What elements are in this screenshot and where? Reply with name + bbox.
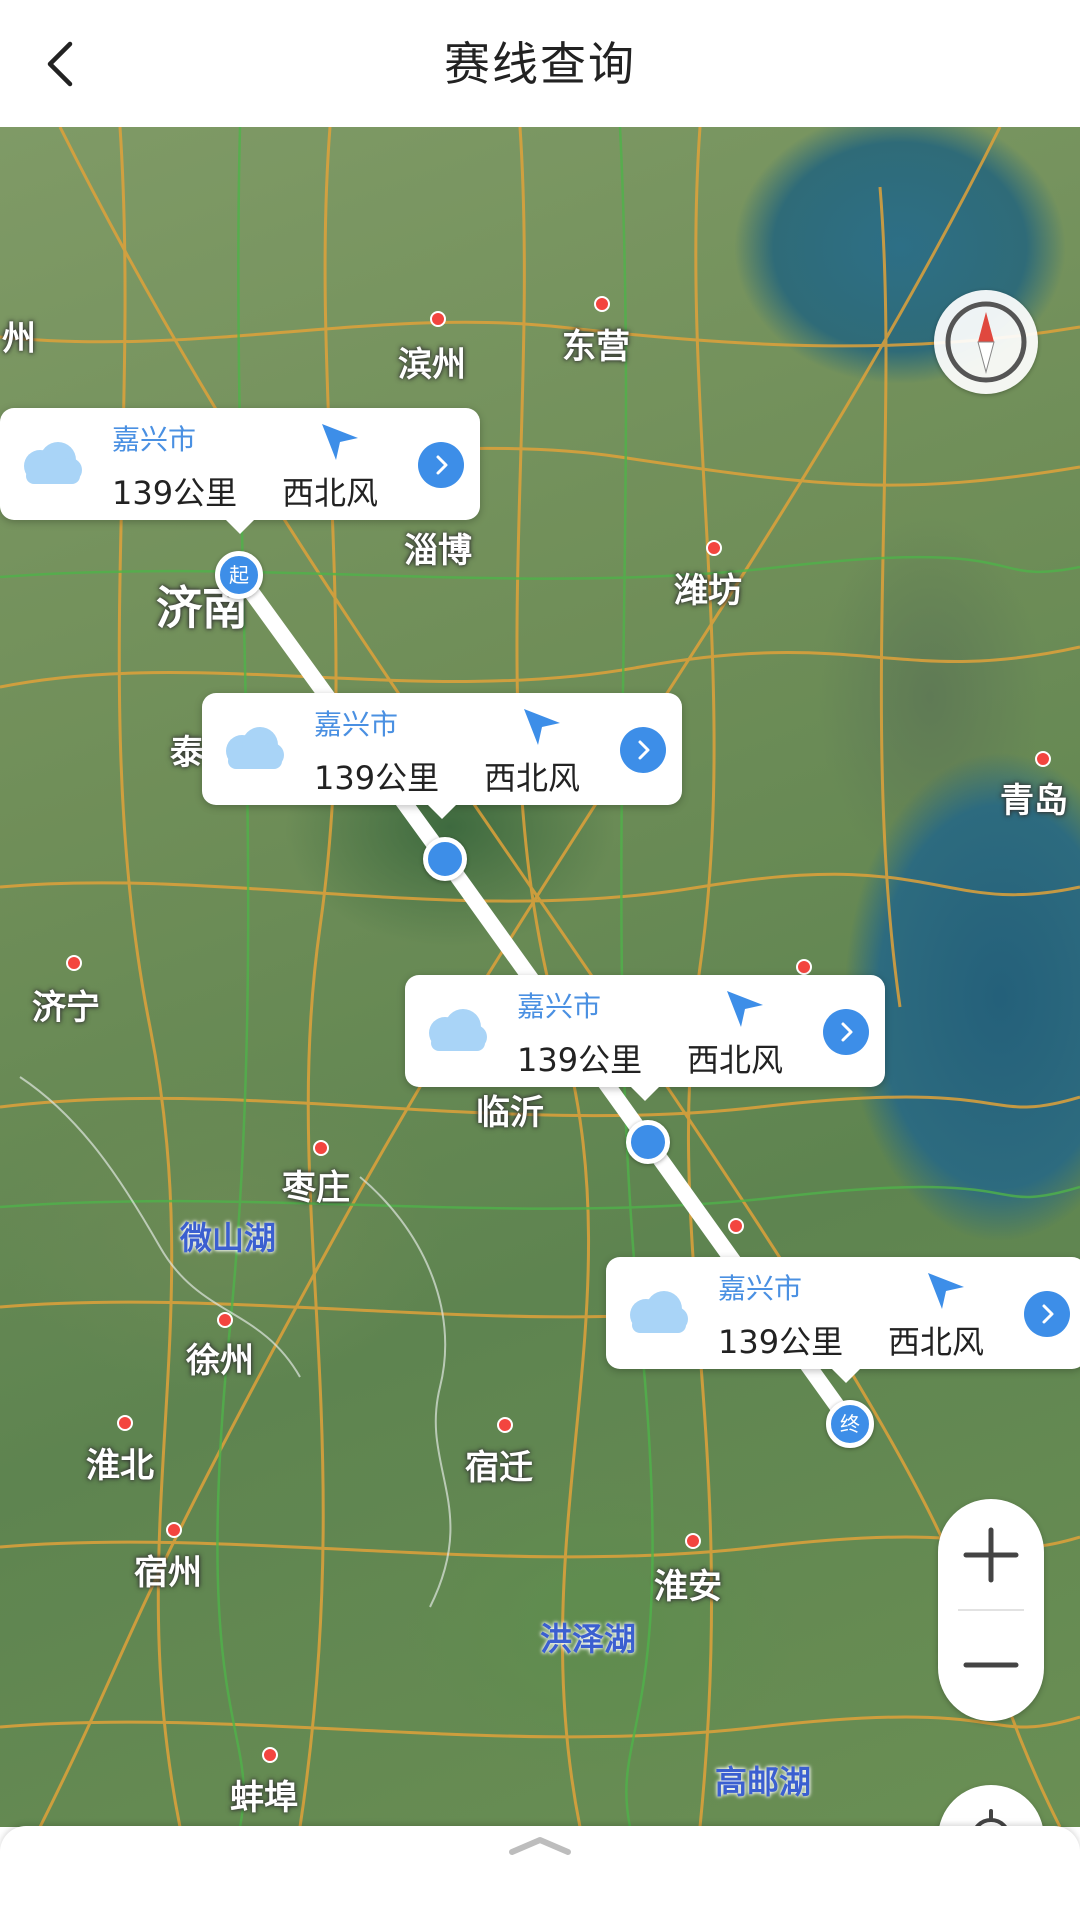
wind-direction-arrow-icon bbox=[727, 991, 763, 1027]
city-dot-weifang bbox=[706, 540, 722, 556]
card-city: 嘉兴市 bbox=[112, 423, 197, 456]
chevron-right-icon bbox=[841, 1022, 853, 1042]
chevron-right-icon bbox=[436, 455, 448, 475]
card-wind: 西北风 bbox=[484, 759, 581, 797]
city-dot-jining bbox=[66, 955, 82, 971]
card-wind: 西北风 bbox=[888, 1323, 985, 1361]
locate-icon bbox=[974, 1809, 1008, 1827]
city-dot-suqian bbox=[497, 1417, 513, 1433]
wind-direction-arrow-icon bbox=[524, 709, 560, 745]
route-start-marker[interactable]: 起 bbox=[215, 551, 263, 599]
city-dot-zaozhuang bbox=[313, 1140, 329, 1156]
city-label-zaozhuang: 枣庄 bbox=[282, 1168, 350, 1208]
card-detail-button[interactable] bbox=[620, 727, 666, 773]
city-dot-lianyungang bbox=[728, 1218, 744, 1234]
city-label-huaibei: 淮北 bbox=[86, 1446, 154, 1486]
compass-icon bbox=[945, 301, 1027, 383]
route-waypoint-marker[interactable] bbox=[423, 837, 467, 881]
city-label-bengbu: 蚌埠 bbox=[230, 1778, 298, 1818]
card-detail-button[interactable] bbox=[1024, 1291, 1070, 1337]
zoom-out-button[interactable] bbox=[938, 1611, 1044, 1721]
card-detail-button[interactable] bbox=[418, 442, 464, 488]
cloud-icon bbox=[24, 442, 82, 484]
city-label-huaian: 淮安 bbox=[654, 1567, 722, 1607]
city-dot-huaian bbox=[685, 1533, 701, 1549]
card-distance: 139公里 bbox=[718, 1323, 844, 1361]
chevron-up-icon bbox=[509, 1837, 571, 1855]
city-label-zibo: 淄博 bbox=[404, 531, 472, 571]
city-label-binzhou: 滨州 bbox=[398, 345, 466, 385]
city-label-qingdao: 青岛 bbox=[1000, 781, 1068, 821]
card-city: 嘉兴市 bbox=[314, 708, 399, 741]
city-label-suqian: 宿迁 bbox=[465, 1448, 533, 1488]
weather-card[interactable]: 嘉兴市 139公里 西北风 bbox=[405, 975, 885, 1101]
lake-label-weishan: 微山湖 bbox=[180, 1219, 277, 1257]
card-city: 嘉兴市 bbox=[718, 1272, 803, 1305]
chevron-right-icon bbox=[638, 740, 650, 760]
card-detail-button[interactable] bbox=[823, 1009, 869, 1055]
card-distance: 139公里 bbox=[112, 474, 238, 512]
cloud-icon bbox=[630, 1291, 688, 1333]
map-view[interactable]: 州 滨州 东营 淄博 潍坊 济南 泰 青岛 济宁 临沂 枣庄 徐州 淮北 宿迁 … bbox=[0, 127, 1080, 1827]
minus-icon bbox=[963, 1662, 1019, 1668]
city-dot-huaibei bbox=[117, 1415, 133, 1431]
compass-button[interactable] bbox=[934, 290, 1038, 394]
city-dot-dongying bbox=[594, 296, 610, 312]
bottom-sheet[interactable] bbox=[0, 1826, 1080, 1920]
route-waypoint-marker[interactable] bbox=[626, 1120, 670, 1164]
city-label-xuzhou: 徐州 bbox=[186, 1341, 254, 1381]
locate-button[interactable] bbox=[938, 1785, 1044, 1827]
city-label-weifang: 潍坊 bbox=[674, 571, 742, 611]
weather-card[interactable]: 嘉兴市 139公里 西北风 bbox=[606, 1257, 1080, 1383]
city-label-dongying: 东营 bbox=[562, 327, 630, 367]
sheet-expand-handle[interactable] bbox=[506, 1832, 574, 1858]
city-dot-xuzhou bbox=[217, 1312, 233, 1328]
weather-card[interactable]: 嘉兴市 139公里 西北风 bbox=[0, 408, 480, 534]
cloud-icon bbox=[226, 727, 284, 769]
cloud-icon bbox=[429, 1009, 487, 1051]
wind-direction-arrow-icon bbox=[322, 424, 358, 460]
lake-label-hongze: 洪泽湖 bbox=[540, 1620, 637, 1658]
lake-label-gaoyou: 高邮湖 bbox=[715, 1763, 812, 1801]
card-wind: 西北风 bbox=[282, 474, 379, 512]
city-dot-coast bbox=[796, 959, 812, 975]
weather-card[interactable]: 嘉兴市 139公里 西北风 bbox=[202, 693, 682, 819]
zoom-in-button[interactable] bbox=[938, 1499, 1044, 1609]
city-dot-binzhou bbox=[430, 311, 446, 327]
city-label-tai: 泰 bbox=[170, 733, 204, 773]
zoom-control bbox=[938, 1499, 1044, 1721]
card-city: 嘉兴市 bbox=[517, 990, 602, 1023]
city-label-linyi: 临沂 bbox=[476, 1093, 544, 1133]
city-dot-bengbu bbox=[262, 1747, 278, 1763]
plus-icon bbox=[963, 1527, 1019, 1583]
city-label-zhou: 州 bbox=[2, 319, 36, 359]
city-dot-suzhou bbox=[166, 1522, 182, 1538]
card-distance: 139公里 bbox=[517, 1041, 643, 1079]
card-distance: 139公里 bbox=[314, 759, 440, 797]
header-bar: 赛线查询 bbox=[0, 0, 1080, 127]
page-title: 赛线查询 bbox=[444, 37, 636, 91]
city-label-suzhou: 宿州 bbox=[134, 1553, 202, 1593]
city-dot-qingdao bbox=[1035, 751, 1051, 767]
route-end-marker[interactable]: 终 bbox=[826, 1400, 874, 1448]
city-label-jining: 济宁 bbox=[32, 988, 100, 1028]
wind-direction-arrow-icon bbox=[928, 1273, 964, 1309]
chevron-right-icon bbox=[1042, 1304, 1054, 1324]
card-wind: 西北风 bbox=[687, 1041, 784, 1079]
